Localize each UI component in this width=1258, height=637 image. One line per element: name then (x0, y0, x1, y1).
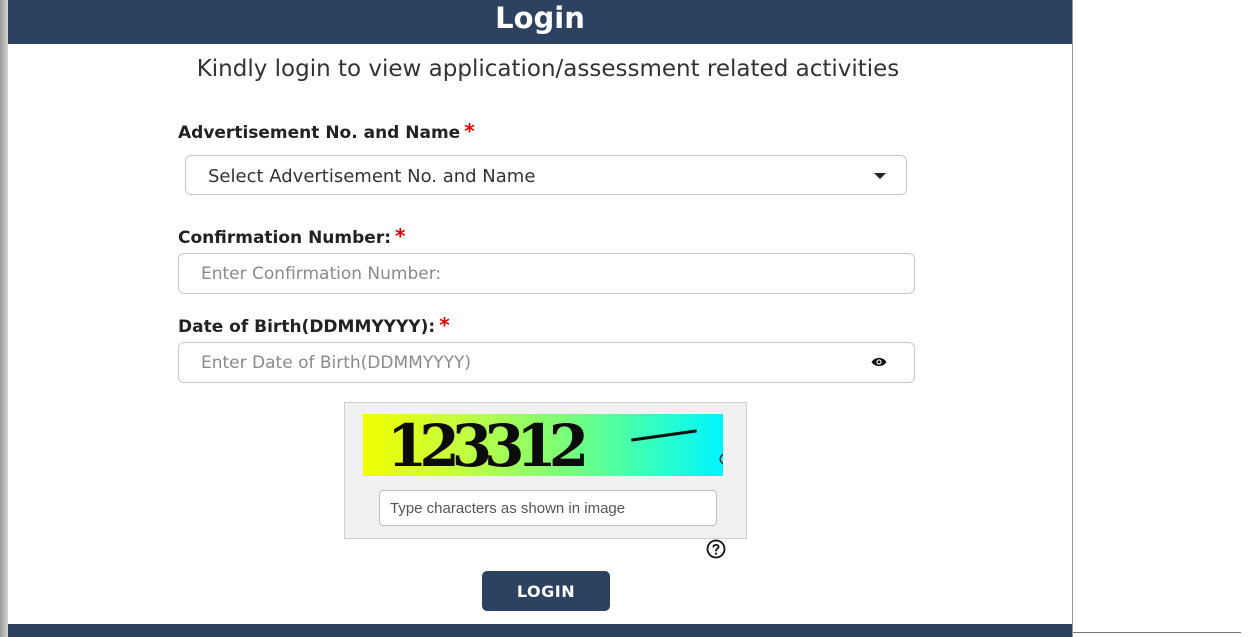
eye-icon[interactable] (871, 357, 887, 367)
login-header: Login (8, 0, 1072, 44)
captcha-input[interactable] (379, 490, 717, 526)
advertisement-select[interactable]: Select Advertisement No. and Name (185, 155, 907, 195)
login-intro-text: Kindly login to view application/assessm… (196, 56, 900, 82)
right-blank-area (1072, 0, 1242, 637)
required-mark: * (395, 224, 406, 248)
chevron-down-icon (874, 173, 886, 179)
login-button[interactable]: LOGIN (482, 571, 610, 611)
question-circle-icon[interactable] (706, 539, 726, 559)
date-of-birth-label-text: Date of Birth(DDMMYYYY): (178, 317, 436, 337)
page-title: Login (495, 1, 585, 35)
captcha-image: 123312 (363, 414, 723, 476)
left-shadow-strip (0, 0, 8, 637)
advertisement-label: Advertisement No. and Name * (178, 119, 475, 143)
date-of-birth-label: Date of Birth(DDMMYYYY): * (178, 313, 450, 337)
advertisement-label-text: Advertisement No. and Name (178, 123, 461, 143)
required-mark: * (439, 313, 450, 337)
confirmation-number-label: Confirmation Number: * (178, 224, 405, 248)
refresh-icon[interactable] (718, 452, 723, 466)
login-panel: Login Kindly login to view application/a… (8, 0, 1072, 637)
right-margin (1241, 0, 1258, 637)
date-of-birth-input[interactable] (178, 342, 915, 383)
login-footer-bar (8, 624, 1072, 637)
captcha-noise-line (631, 429, 697, 442)
captcha-box: 123312 (344, 402, 747, 539)
advertisement-select-value: Select Advertisement No. and Name (208, 166, 536, 187)
captcha-image-text: 123312 (387, 414, 589, 476)
confirmation-number-input[interactable] (178, 253, 915, 294)
required-mark: * (464, 119, 475, 143)
divider (1073, 632, 1241, 633)
confirmation-number-label-text: Confirmation Number: (178, 228, 392, 248)
